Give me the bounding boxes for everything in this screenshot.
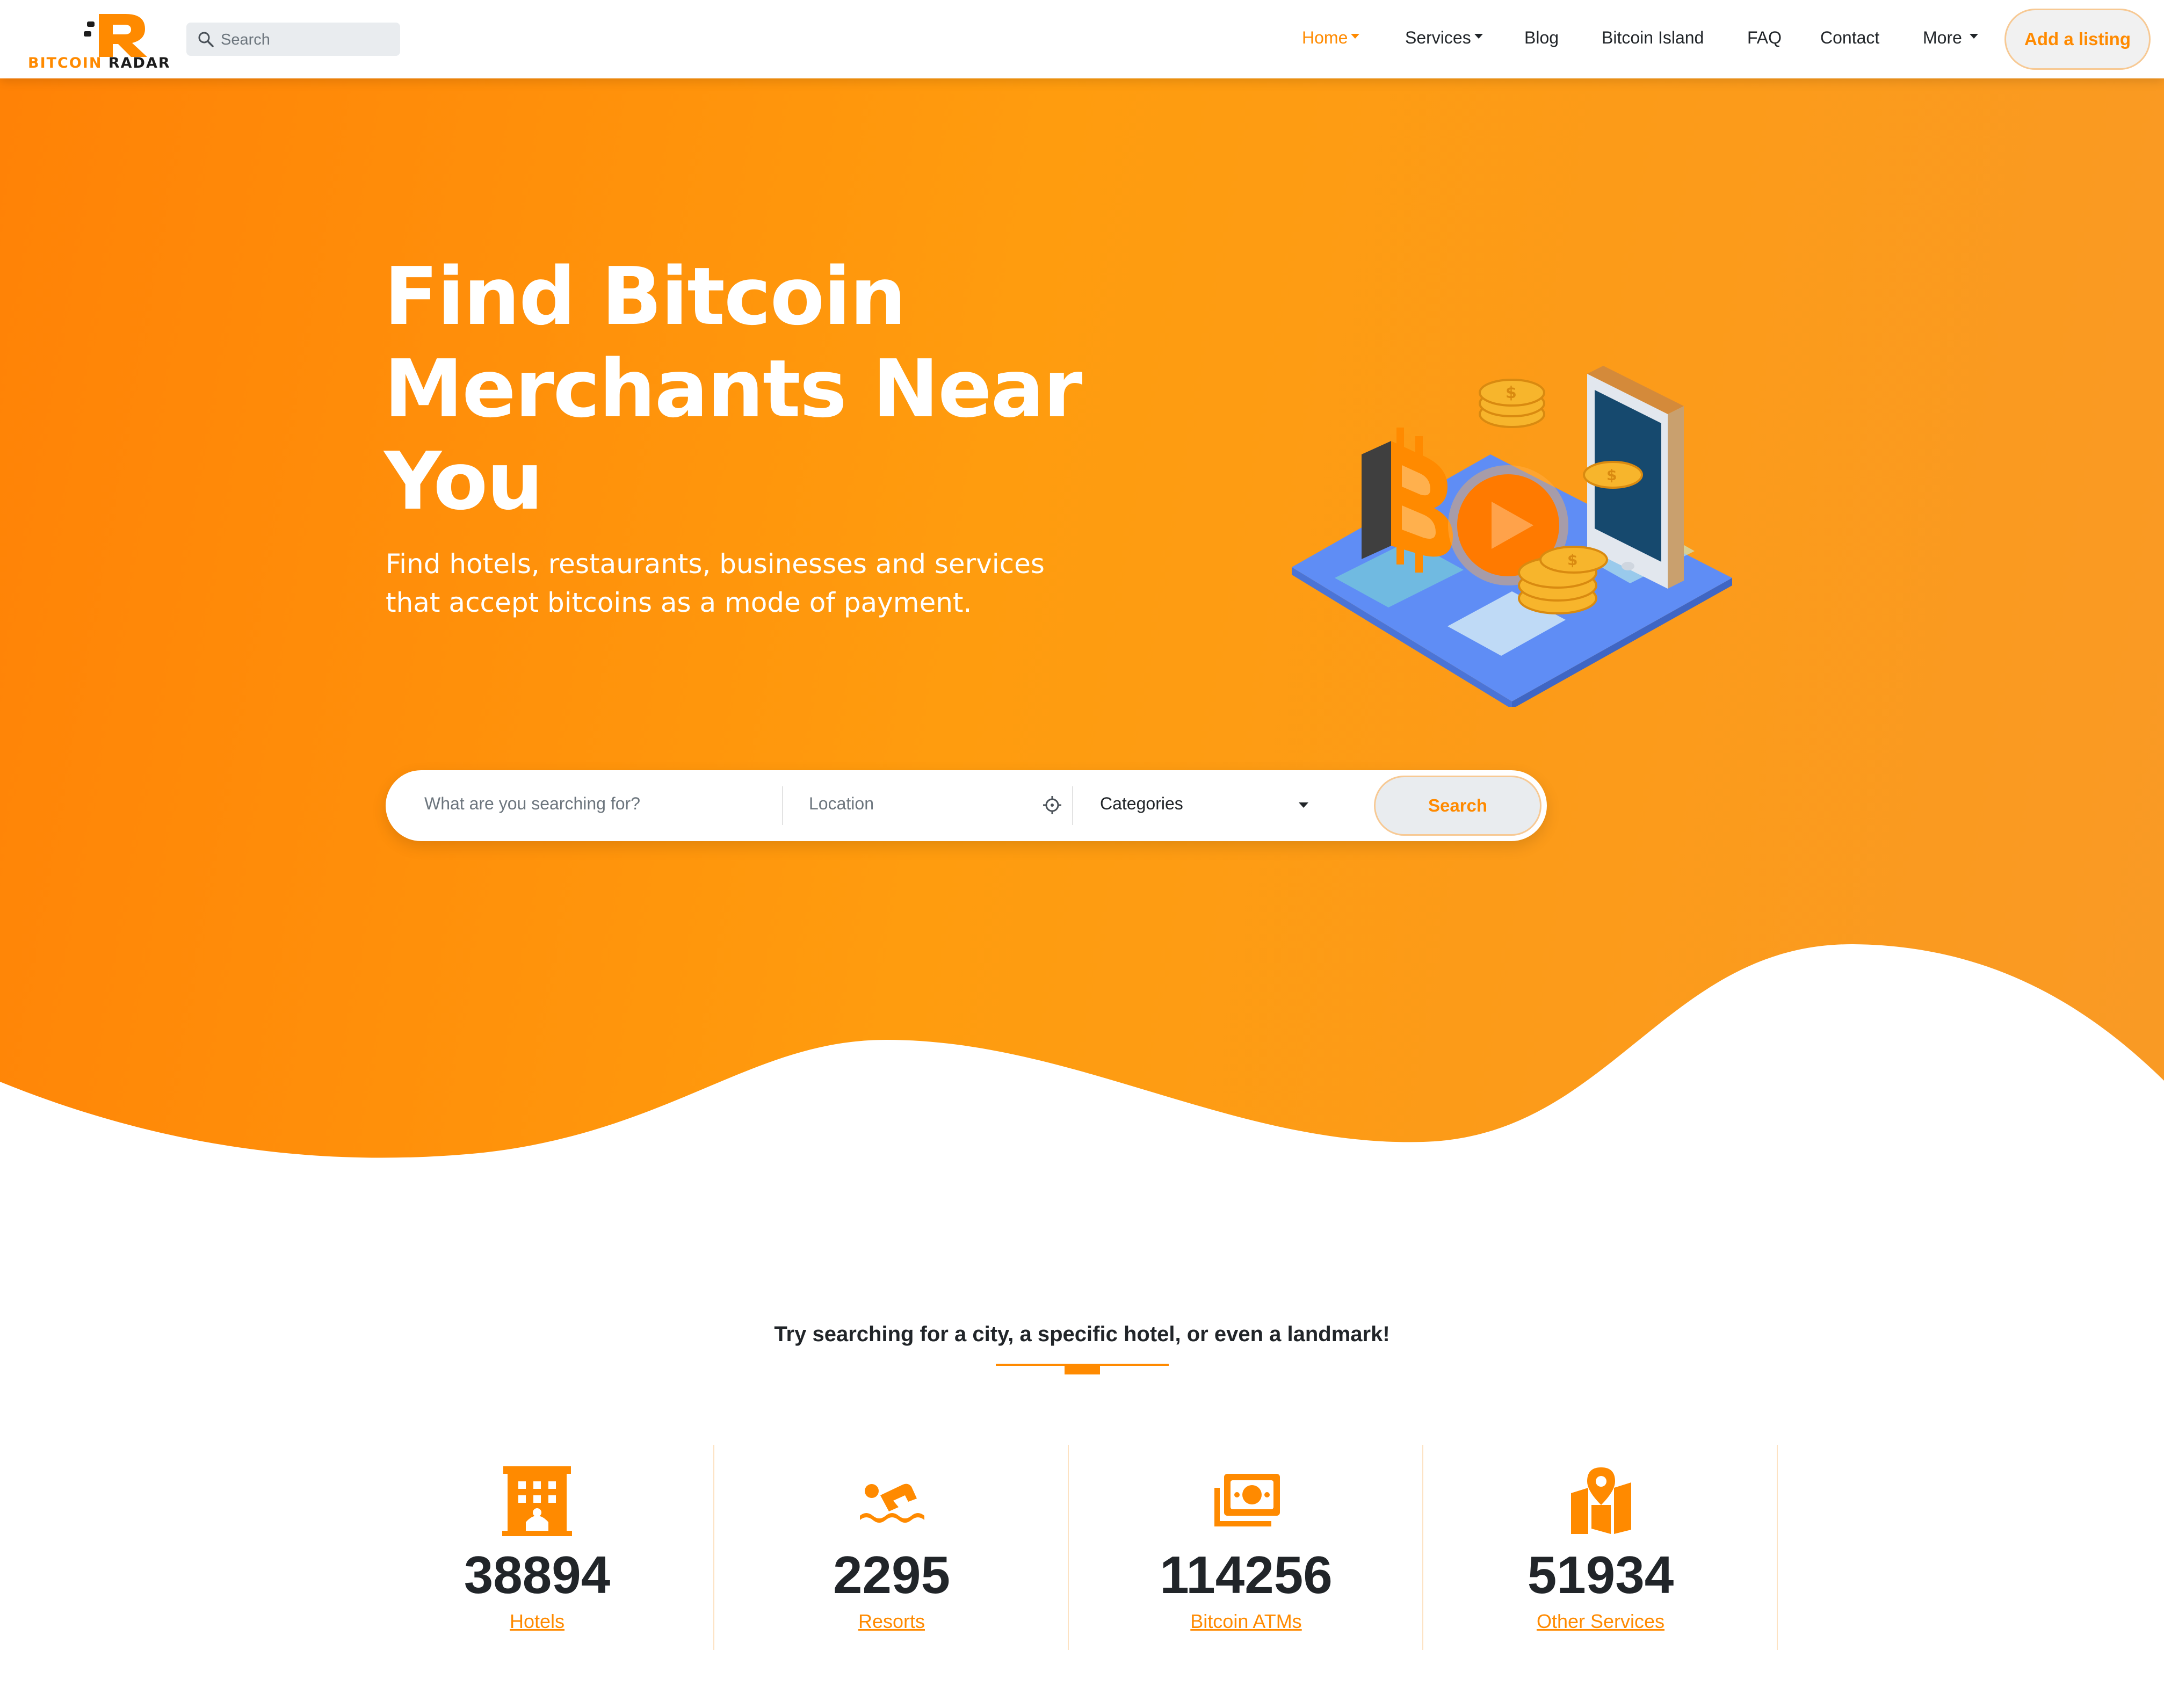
crosshair-icon[interactable] [1042, 795, 1062, 815]
hero-title-line: Find Bitcoin [384, 250, 906, 343]
stat-resorts-value: 2295 [833, 1545, 950, 1604]
stat-hotels-link[interactable]: Hotels [360, 1610, 714, 1633]
nav-faq-label: FAQ [1747, 28, 1782, 47]
nav-home-label: Home [1302, 28, 1348, 47]
svg-text:$: $ [1506, 383, 1517, 402]
search-divider [782, 786, 783, 825]
stat-resorts: 2295 Resorts [714, 1445, 1069, 1650]
logo-r-icon [84, 14, 147, 57]
hotel-icon [502, 1466, 572, 1536]
what-search-input[interactable]: What are you searching for? [424, 794, 640, 814]
tagline-underline-notch [1065, 1364, 1100, 1374]
hero-section: Find Bitcoin Merchants Near You Find hot… [0, 78, 2164, 1179]
location-input[interactable]: Location [809, 794, 874, 814]
stat-resorts-link[interactable]: Resorts [714, 1610, 1069, 1633]
search-divider [1072, 786, 1073, 825]
bitcoin-phone-payment-illustration: $ $ $ [1292, 366, 1732, 707]
brand-logo[interactable]: BITCOIN RADAR [28, 10, 173, 71]
money-icon [1214, 1474, 1280, 1526]
chevron-down-icon [1969, 34, 1978, 39]
nav-search-input[interactable]: Search [186, 23, 400, 56]
stat-bitcoin-atms-value: 114256 [1160, 1545, 1333, 1604]
nav-home[interactable]: Home [1302, 28, 1360, 48]
chevron-down-icon [1299, 802, 1308, 808]
nav-blog[interactable]: Blog [1524, 28, 1559, 48]
nav-bitcoin-island-label: Bitcoin Island [1602, 28, 1704, 47]
navbar: BITCOIN RADAR Search Home Services Blog … [0, 0, 2164, 78]
hero-search-bar: What are you searching for? Location Cat… [386, 770, 1547, 841]
nav-faq[interactable]: FAQ [1747, 28, 1782, 48]
add-listing-button[interactable]: Add a listing [2004, 9, 2151, 70]
stat-other-services-value: 51934 [1527, 1545, 1674, 1604]
chevron-down-icon [1351, 34, 1360, 39]
map-pin-icon [1571, 1467, 1631, 1534]
hero-title-line: You [384, 435, 544, 527]
nav-services[interactable]: Services [1405, 28, 1483, 48]
nav-contact[interactable]: Contact [1820, 28, 1879, 48]
search-tagline: Try searching for a city, a specific hot… [774, 1322, 1390, 1346]
nav-blog-label: Blog [1524, 28, 1559, 47]
hero-title-line: Merchants Near [384, 343, 1082, 435]
svg-text:$: $ [1606, 466, 1617, 484]
logo-wordmark: BITCOIN RADAR [28, 55, 171, 71]
svg-text:$: $ [1567, 551, 1577, 569]
nav-search-placeholder: Search [221, 31, 270, 48]
hero-subtitle: Find hotels, restaurants, businesses and… [386, 545, 1095, 622]
chevron-down-icon [1474, 34, 1483, 39]
categories-select[interactable]: Categories [1100, 794, 1183, 814]
stat-hotels: 38894 Hotels [360, 1445, 714, 1650]
stat-bitcoin-atms-link[interactable]: Bitcoin ATMs [1069, 1610, 1423, 1633]
nav-more-label: More [1923, 28, 1962, 47]
hero-wave-divider [0, 944, 2164, 1179]
hero-subtitle-line: Find hotels, restaurants, businesses and… [386, 548, 1045, 580]
nav-bitcoin-island[interactable]: Bitcoin Island [1602, 28, 1704, 48]
stat-bitcoin-atms: 114256 Bitcoin ATMs [1069, 1445, 1423, 1650]
search-button[interactable]: Search [1374, 776, 1541, 836]
swimming-icon [860, 1483, 924, 1523]
nav-contact-label: Contact [1820, 28, 1880, 47]
stat-hotels-value: 38894 [464, 1545, 611, 1604]
search-icon [198, 32, 214, 47]
hero-subtitle-line: that accept bitcoins as a mode of paymen… [386, 587, 972, 618]
nav-services-label: Services [1405, 28, 1471, 47]
hero-title: Find Bitcoin Merchants Near You [384, 250, 1082, 527]
stat-other-services: 51934 Other Services [1423, 1445, 1778, 1650]
stat-other-services-link[interactable]: Other Services [1423, 1610, 1778, 1633]
nav-more[interactable]: More [1923, 28, 1978, 48]
